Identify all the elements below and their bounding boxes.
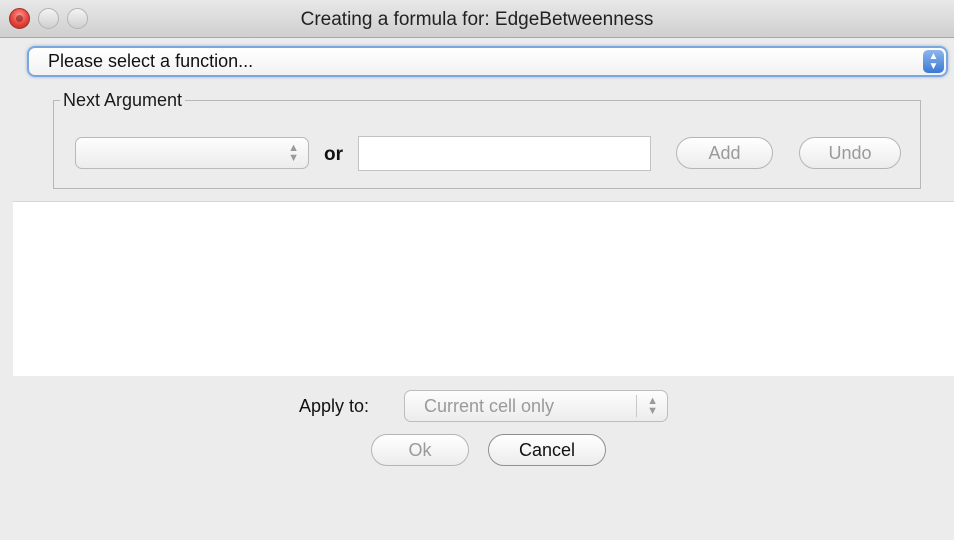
or-label: or xyxy=(324,144,343,165)
formula-text-area[interactable] xyxy=(13,201,954,376)
updown-stepper-icon: ▲ ▼ xyxy=(647,395,658,417)
add-button[interactable]: Add xyxy=(676,137,773,169)
argument-select[interactable]: ▲ ▼ xyxy=(75,137,309,169)
apply-to-label: Apply to: xyxy=(299,396,370,416)
cancel-button[interactable]: Cancel xyxy=(488,434,606,466)
window-title: Creating a formula for: EdgeBetweenness xyxy=(300,9,654,30)
formula-dialog-window: Creating a formula for: EdgeBetweenness … xyxy=(0,0,954,540)
function-select[interactable]: Please select a function... ▲ ▼ xyxy=(27,46,948,77)
argument-input[interactable] xyxy=(358,136,651,171)
next-argument-title: Next Argument xyxy=(60,90,186,111)
undo-button[interactable]: Undo xyxy=(799,137,901,169)
apply-to-select[interactable]: Current cell only ▲ ▼ xyxy=(404,390,668,422)
updown-stepper-icon: ▲ ▼ xyxy=(923,50,944,73)
select-divider xyxy=(636,395,637,417)
ok-button[interactable]: Ok xyxy=(371,434,469,466)
title-bar: Creating a formula for: EdgeBetweenness xyxy=(0,0,954,38)
function-select-value: Please select a function... xyxy=(48,51,254,71)
apply-to-value: Current cell only xyxy=(424,396,555,416)
updown-stepper-icon: ▲ ▼ xyxy=(288,142,299,164)
